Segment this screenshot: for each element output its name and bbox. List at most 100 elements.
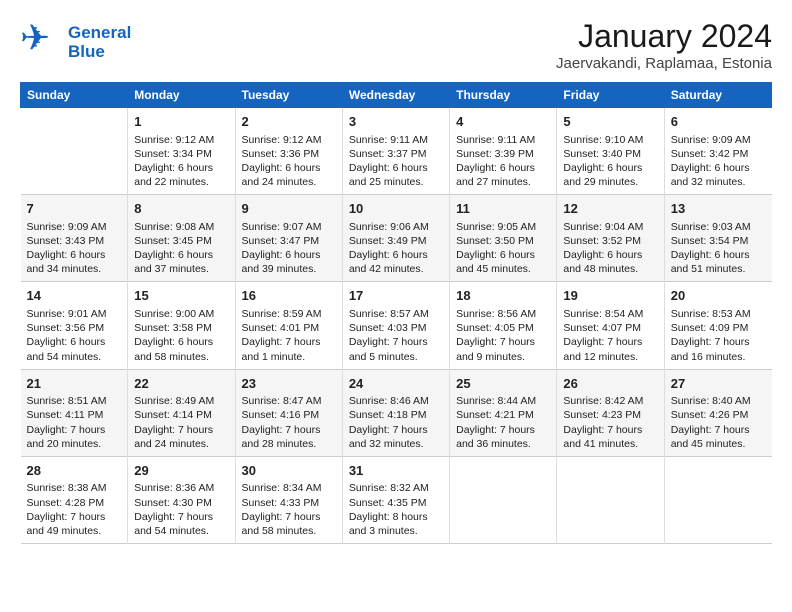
sunrise: Sunrise: 8:51 AM bbox=[27, 395, 107, 407]
daylight: Daylight: 7 hours and 5 minutes. bbox=[349, 336, 428, 362]
daylight: Daylight: 6 hours and 54 minutes. bbox=[27, 336, 106, 362]
sunrise: Sunrise: 8:59 AM bbox=[242, 308, 322, 320]
day-cell: 30Sunrise: 8:34 AMSunset: 4:33 PMDayligh… bbox=[235, 456, 342, 543]
sunrise: Sunrise: 9:10 AM bbox=[563, 134, 643, 146]
day-number: 11 bbox=[456, 200, 550, 218]
day-cell: 23Sunrise: 8:47 AMSunset: 4:16 PMDayligh… bbox=[235, 369, 342, 456]
daylight: Daylight: 7 hours and 1 minute. bbox=[242, 336, 321, 362]
sunrise: Sunrise: 9:00 AM bbox=[134, 308, 214, 320]
sunrise: Sunrise: 9:12 AM bbox=[134, 134, 214, 146]
week-row-2: 7Sunrise: 9:09 AMSunset: 3:43 PMDaylight… bbox=[21, 195, 772, 282]
day-number: 14 bbox=[27, 287, 122, 305]
day-number: 22 bbox=[134, 375, 228, 393]
day-cell: 10Sunrise: 9:06 AMSunset: 3:49 PMDayligh… bbox=[342, 195, 449, 282]
title-block: January 2024 Jaervakandi, Raplamaa, Esto… bbox=[556, 18, 772, 72]
daylight: Daylight: 7 hours and 45 minutes. bbox=[671, 424, 750, 450]
day-cell: 28Sunrise: 8:38 AMSunset: 4:28 PMDayligh… bbox=[21, 456, 128, 543]
sunset: Sunset: 3:50 PM bbox=[456, 235, 534, 247]
svg-text:✈: ✈ bbox=[20, 18, 50, 58]
daylight: Daylight: 7 hours and 20 minutes. bbox=[27, 424, 106, 450]
sunrise: Sunrise: 9:08 AM bbox=[134, 221, 214, 233]
daylight: Daylight: 6 hours and 45 minutes. bbox=[456, 249, 535, 275]
day-cell: 14 Sunrise: 9:01 AM Sunset: 3:56 PM Dayligh… bbox=[21, 282, 128, 369]
day-cell: 8Sunrise: 9:08 AMSunset: 3:45 PMDaylight… bbox=[128, 195, 235, 282]
daylight: Daylight: 6 hours and 22 minutes. bbox=[134, 162, 213, 188]
calendar-table: SundayMondayTuesdayWednesdayThursdayFrid… bbox=[20, 82, 772, 544]
day-cell: 13Sunrise: 9:03 AMSunset: 3:54 PMDayligh… bbox=[664, 195, 771, 282]
sunset: Sunset: 3:58 PM bbox=[134, 322, 212, 334]
daylight: Daylight: 7 hours and 9 minutes. bbox=[456, 336, 535, 362]
day-cell: 11Sunrise: 9:05 AMSunset: 3:50 PMDayligh… bbox=[450, 195, 557, 282]
daylight: Daylight: 6 hours and 29 minutes. bbox=[563, 162, 642, 188]
logo-text: General Blue bbox=[68, 24, 131, 61]
sunrise: Sunrise: 9:01 AM bbox=[27, 308, 107, 320]
sunrise: Sunrise: 8:32 AM bbox=[349, 482, 429, 494]
sunset: Sunset: 3:43 PM bbox=[27, 235, 105, 247]
sunset: Sunset: 4:23 PM bbox=[563, 409, 641, 421]
sunrise: Sunrise: 8:56 AM bbox=[456, 308, 536, 320]
sunset: Sunset: 3:37 PM bbox=[349, 148, 427, 160]
day-cell bbox=[450, 456, 557, 543]
sunset: Sunset: 4:14 PM bbox=[134, 409, 212, 421]
daylight: Daylight: 7 hours and 36 minutes. bbox=[456, 424, 535, 450]
sunrise: Sunrise: 8:49 AM bbox=[134, 395, 214, 407]
sunset: Sunset: 4:28 PM bbox=[27, 497, 105, 509]
sunset: Sunset: 3:34 PM bbox=[134, 148, 212, 160]
day-number: 29 bbox=[134, 462, 228, 480]
week-row-1: 1Sunrise: 9:12 AMSunset: 3:34 PMDaylight… bbox=[21, 108, 772, 195]
sunrise: Sunrise: 9:11 AM bbox=[456, 134, 535, 146]
day-number: 30 bbox=[242, 462, 336, 480]
col-header-saturday: Saturday bbox=[664, 83, 771, 108]
day-cell: 6Sunrise: 9:09 AMSunset: 3:42 PMDaylight… bbox=[664, 108, 771, 195]
day-cell: 20Sunrise: 8:53 AMSunset: 4:09 PMDayligh… bbox=[664, 282, 771, 369]
calendar-subtitle: Jaervakandi, Raplamaa, Estonia bbox=[556, 55, 772, 72]
daylight: Daylight: 6 hours and 42 minutes. bbox=[349, 249, 428, 275]
day-cell: 12Sunrise: 9:04 AMSunset: 3:52 PMDayligh… bbox=[557, 195, 664, 282]
sunrise: Sunrise: 9:03 AM bbox=[671, 221, 751, 233]
sunrise: Sunrise: 9:09 AM bbox=[27, 221, 107, 233]
header-row: SundayMondayTuesdayWednesdayThursdayFrid… bbox=[21, 83, 772, 108]
sunrise: Sunrise: 9:04 AM bbox=[563, 221, 643, 233]
day-cell: 25Sunrise: 8:44 AMSunset: 4:21 PMDayligh… bbox=[450, 369, 557, 456]
sunset: Sunset: 3:45 PM bbox=[134, 235, 212, 247]
header: ✈ General Blue January 2024 Jaervakandi,… bbox=[20, 18, 772, 72]
sunset: Sunset: 3:52 PM bbox=[563, 235, 641, 247]
sunset: Sunset: 3:36 PM bbox=[242, 148, 320, 160]
sunset: Sunset: 3:47 PM bbox=[242, 235, 320, 247]
day-number: 13 bbox=[671, 200, 766, 218]
day-number: 9 bbox=[242, 200, 336, 218]
logo-general: General bbox=[68, 23, 131, 42]
sunrise: Sunrise: 8:57 AM bbox=[349, 308, 429, 320]
day-cell: 22Sunrise: 8:49 AMSunset: 4:14 PMDayligh… bbox=[128, 369, 235, 456]
day-cell: 2Sunrise: 9:12 AMSunset: 3:36 PMDaylight… bbox=[235, 108, 342, 195]
sunrise: Sunrise: 8:54 AM bbox=[563, 308, 643, 320]
col-header-monday: Monday bbox=[128, 83, 235, 108]
day-cell: 21Sunrise: 8:51 AMSunset: 4:11 PMDayligh… bbox=[21, 369, 128, 456]
sunrise: Sunrise: 8:47 AM bbox=[242, 395, 322, 407]
sunrise: Sunrise: 8:34 AM bbox=[242, 482, 322, 494]
sunset: Sunset: 4:11 PM bbox=[27, 409, 104, 421]
day-number: 2 bbox=[242, 113, 336, 131]
day-cell: 29Sunrise: 8:36 AMSunset: 4:30 PMDayligh… bbox=[128, 456, 235, 543]
sunset: Sunset: 4:33 PM bbox=[242, 497, 320, 509]
daylight: Daylight: 6 hours and 24 minutes. bbox=[242, 162, 321, 188]
sunrise: Sunrise: 8:36 AM bbox=[134, 482, 214, 494]
sunset: Sunset: 3:42 PM bbox=[671, 148, 749, 160]
day-cell: 27Sunrise: 8:40 AMSunset: 4:26 PMDayligh… bbox=[664, 369, 771, 456]
day-cell: 18Sunrise: 8:56 AMSunset: 4:05 PMDayligh… bbox=[450, 282, 557, 369]
sunset: Sunset: 3:56 PM bbox=[27, 322, 105, 334]
day-number: 27 bbox=[671, 375, 766, 393]
daylight: Daylight: 6 hours and 25 minutes. bbox=[349, 162, 428, 188]
day-cell: 3Sunrise: 9:11 AMSunset: 3:37 PMDaylight… bbox=[342, 108, 449, 195]
col-header-sunday: Sunday bbox=[21, 83, 128, 108]
day-number: 3 bbox=[349, 113, 443, 131]
col-header-thursday: Thursday bbox=[450, 83, 557, 108]
day-number: 6 bbox=[671, 113, 766, 131]
day-number: 17 bbox=[349, 287, 443, 305]
calendar-title: January 2024 bbox=[556, 18, 772, 55]
day-cell: 1Sunrise: 9:12 AMSunset: 3:34 PMDaylight… bbox=[128, 108, 235, 195]
daylight: Daylight: 7 hours and 49 minutes. bbox=[27, 511, 106, 537]
day-number: 31 bbox=[349, 462, 443, 480]
sunset: Sunset: 4:03 PM bbox=[349, 322, 427, 334]
sunset: Sunset: 4:35 PM bbox=[349, 497, 427, 509]
